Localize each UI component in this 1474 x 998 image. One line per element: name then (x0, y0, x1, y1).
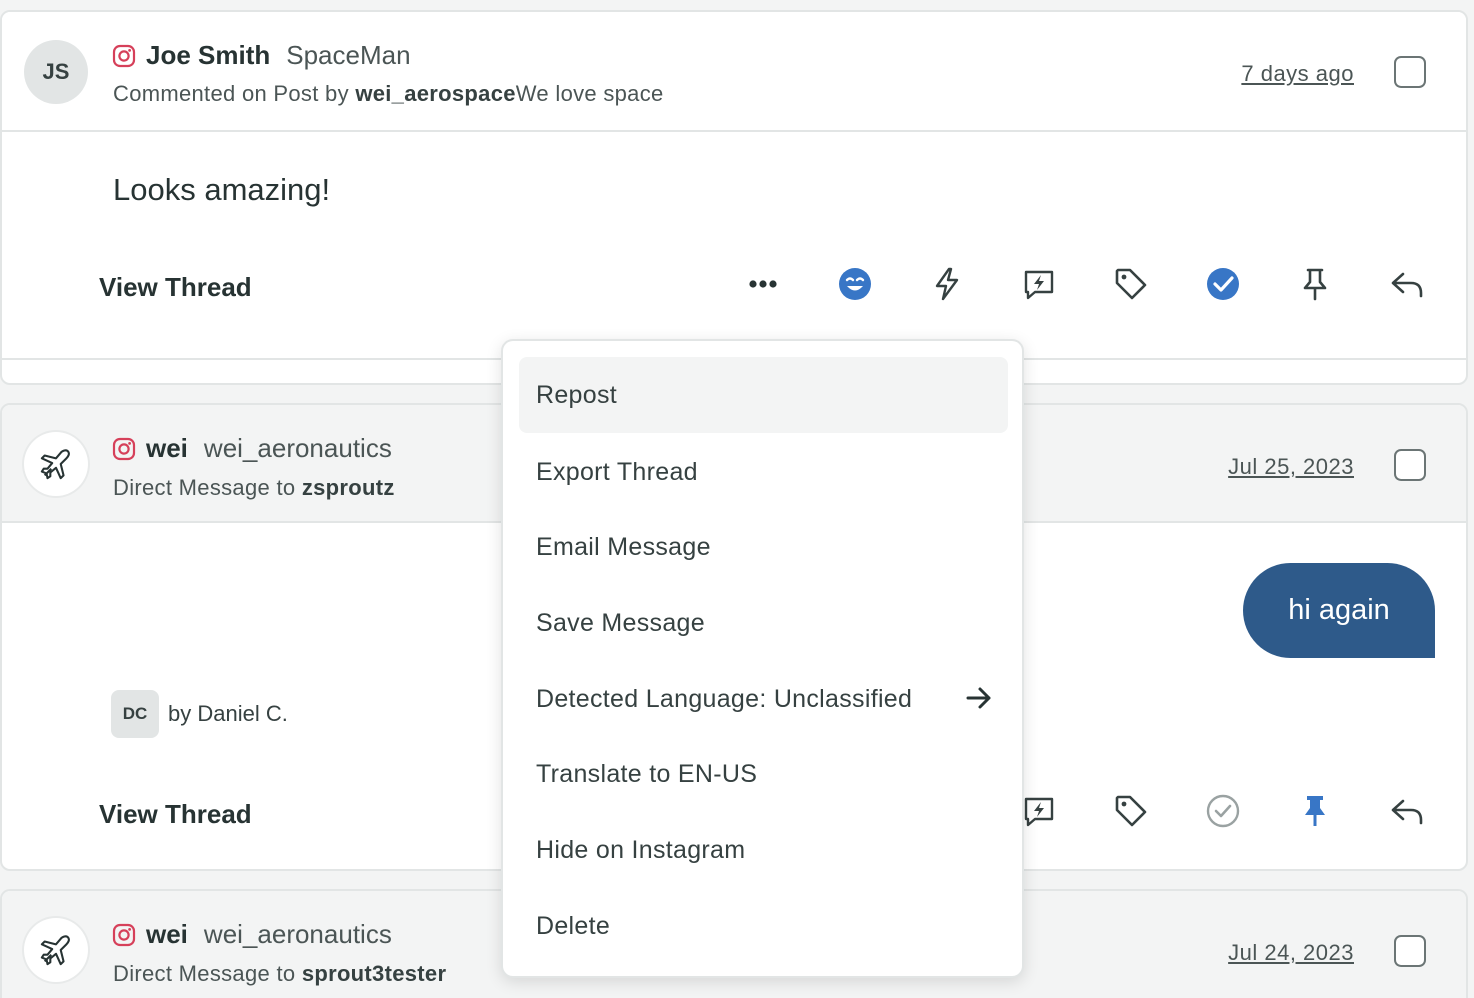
author-name[interactable]: Joe Smith (146, 40, 270, 71)
select-checkbox[interactable] (1394, 56, 1426, 88)
menu-item-label: Delete (536, 911, 611, 940)
smiley-icon (839, 268, 871, 300)
message-context: Commented on Post by wei_aerospaceWe lov… (113, 81, 664, 107)
instagram-icon (112, 923, 136, 946)
compose-task-button[interactable] (1019, 791, 1059, 831)
compose-task-button[interactable] (1019, 264, 1059, 304)
airplane-icon (40, 449, 70, 480)
reply-icon (1391, 799, 1423, 825)
airplane-icon (40, 935, 70, 966)
assignee-label: by Daniel C. (168, 701, 288, 726)
menu-item-label: Detected Language: Unclassified (536, 684, 913, 713)
menu-item-label: Email Message (536, 532, 711, 561)
more-actions-button[interactable] (743, 264, 783, 304)
assignee-avatar: DC (111, 690, 159, 738)
more-actions-menu: Repost Export Thread Email Message Save … (501, 339, 1024, 978)
menu-item-label: Repost (536, 380, 618, 409)
tag-icon (1115, 795, 1147, 827)
message-date-link[interactable]: 7 days ago (1241, 61, 1354, 87)
context-prefix: Direct Message to (113, 475, 302, 500)
author-row: wei wei_aeronautics (112, 433, 392, 464)
author-name[interactable]: wei (146, 433, 188, 464)
menu-item-repost[interactable]: Repost (519, 357, 1008, 433)
menu-item-delete[interactable]: Delete (519, 888, 1008, 964)
context-post-author[interactable]: wei_aerospace (355, 81, 515, 106)
menu-item-label: Hide on Instagram (536, 835, 746, 864)
author-handle: wei_aeronautics (203, 919, 392, 949)
message-bubble: hi again (1243, 563, 1435, 658)
pin-icon (1303, 268, 1327, 301)
menu-item-translate[interactable]: Translate to EN-US (519, 736, 1008, 812)
complete-button[interactable] (1203, 791, 1243, 831)
menu-item-detected-language[interactable]: Detected Language: Unclassified (519, 661, 1008, 737)
author-handle: SpaceMan (286, 40, 411, 70)
avatar[interactable] (24, 432, 88, 496)
reply-button[interactable] (1387, 791, 1427, 831)
message-card: JS Joe Smith SpaceMan Commented on Post … (0, 10, 1468, 385)
message-header: JS Joe Smith SpaceMan Commented on Post … (2, 12, 1466, 132)
check-circle-outline-icon (1206, 794, 1240, 828)
context-recipient[interactable]: sprout3tester (302, 961, 447, 986)
context-prefix: Direct Message to (113, 961, 302, 986)
author-name[interactable]: wei (146, 919, 188, 950)
reply-button[interactable] (1387, 264, 1427, 304)
menu-item-email-message[interactable]: Email Message (519, 509, 1008, 585)
menu-item-save-message[interactable]: Save Message (519, 585, 1008, 661)
message-date-link[interactable]: Jul 25, 2023 (1228, 454, 1354, 480)
menu-item-label: Export Thread (536, 457, 698, 486)
menu-item-hide-on-instagram[interactable]: Hide on Instagram (519, 812, 1008, 888)
message-context: Direct Message to zsproutz (113, 475, 395, 501)
message-bolt-icon (1024, 270, 1054, 300)
check-circle-icon (1207, 268, 1239, 300)
assignee-initials: DC (122, 704, 148, 723)
view-thread-button[interactable]: View Thread (99, 272, 252, 303)
message-bolt-icon (1024, 797, 1054, 827)
pin-filled-icon (1305, 796, 1325, 826)
avatar-initials: JS (42, 59, 70, 84)
arrow-right-icon (966, 687, 991, 709)
message-date-link[interactable]: Jul 24, 2023 (1228, 940, 1354, 966)
ellipsis-icon (749, 280, 777, 288)
tag-button[interactable] (1111, 791, 1151, 831)
avatar[interactable]: JS (24, 40, 88, 104)
tag-button[interactable] (1111, 264, 1151, 304)
avatar[interactable] (24, 918, 88, 982)
view-thread-button[interactable]: View Thread (99, 799, 252, 830)
message-body: Looks amazing! (113, 172, 331, 207)
reaction-button[interactable] (835, 264, 875, 304)
pin-button[interactable] (1295, 791, 1335, 831)
menu-item-export-thread[interactable]: Export Thread (519, 434, 1008, 510)
select-checkbox[interactable] (1394, 449, 1426, 481)
author-row: wei wei_aeronautics (112, 919, 392, 950)
context-prefix: Commented on Post by (113, 81, 356, 106)
instagram-icon (112, 437, 136, 460)
author-handle: wei_aeronautics (203, 433, 392, 463)
menu-item-label: Translate to EN-US (536, 759, 758, 788)
bubble-text: hi again (1288, 594, 1390, 626)
pin-button[interactable] (1295, 264, 1335, 304)
menu-item-label: Save Message (536, 608, 705, 637)
context-post-text: We love space (515, 81, 664, 106)
quick-action-button[interactable] (927, 264, 967, 304)
tag-icon (1115, 268, 1147, 300)
message-context: Direct Message to sprout3tester (113, 961, 446, 987)
context-recipient[interactable]: zsproutz (302, 475, 395, 500)
lightning-icon (935, 267, 959, 301)
author-row: Joe Smith SpaceMan (112, 40, 411, 71)
instagram-icon (112, 44, 136, 67)
reply-icon (1391, 272, 1423, 298)
select-checkbox[interactable] (1394, 935, 1426, 967)
complete-button[interactable] (1203, 264, 1243, 304)
